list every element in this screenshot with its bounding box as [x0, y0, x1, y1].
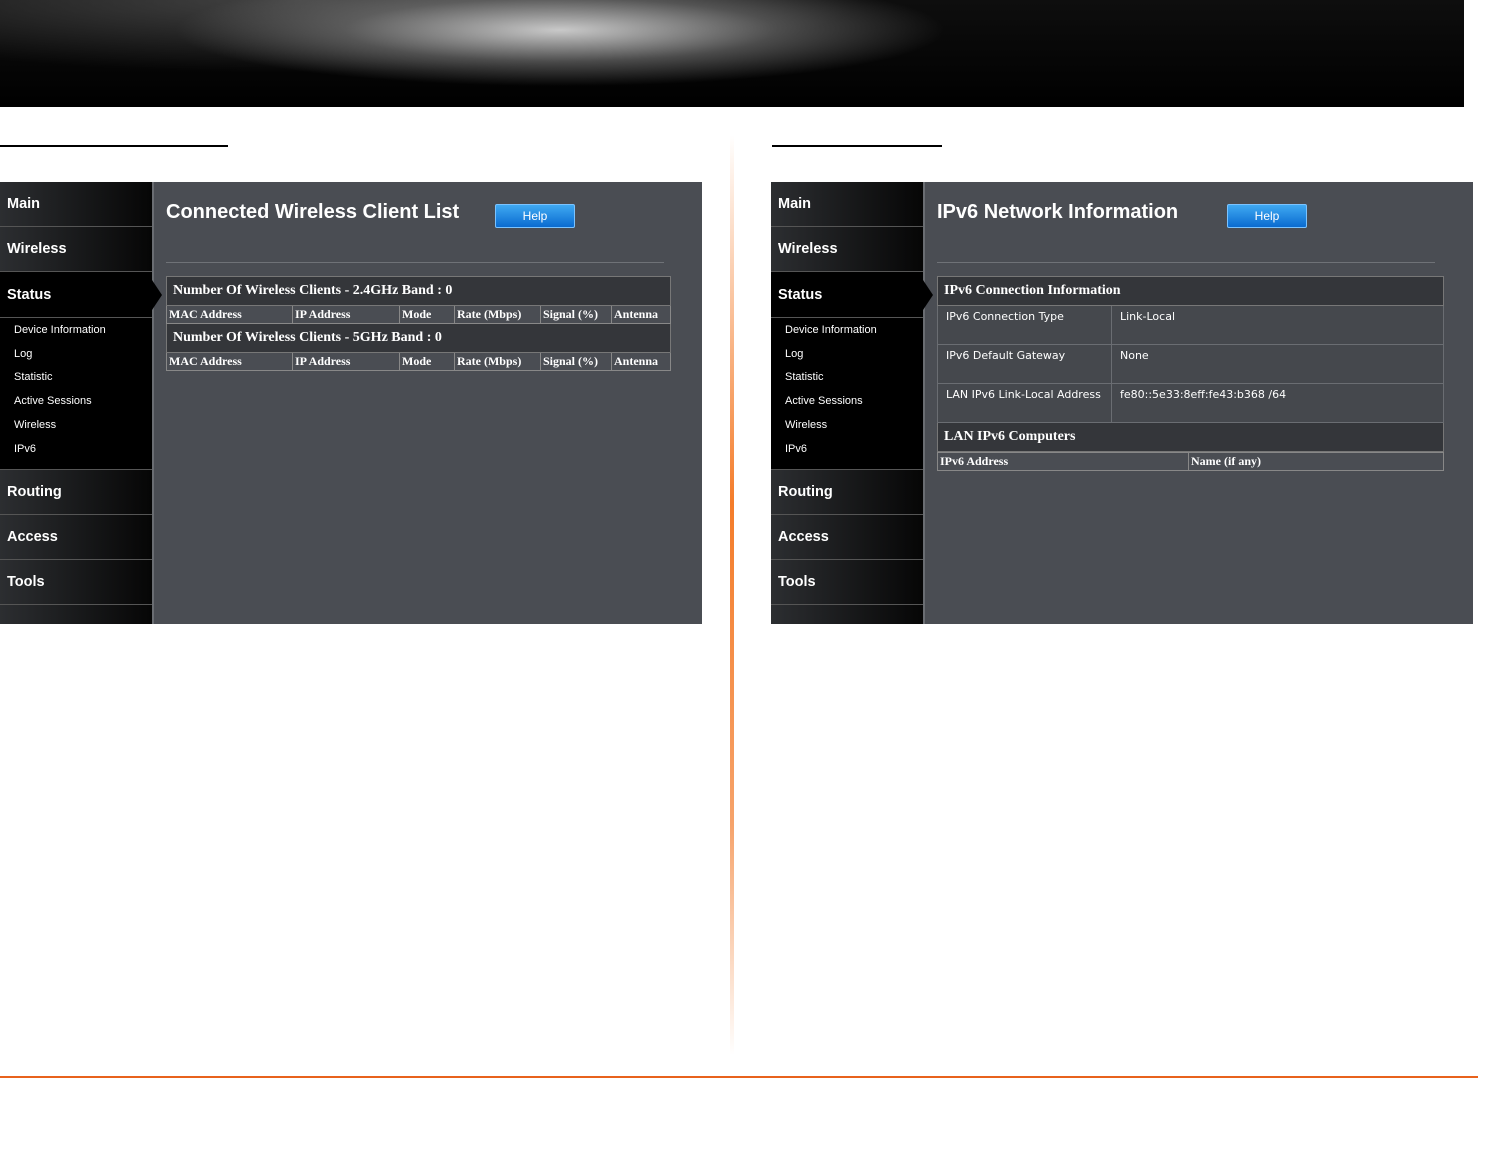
- ipv6-connection-table: IPv6 Connection Information IPv6 Connect…: [937, 276, 1444, 452]
- header-banner: [0, 0, 1464, 107]
- default-gateway-value: None: [1111, 344, 1444, 384]
- subnav-active-sessions[interactable]: Active Sessions: [0, 389, 152, 413]
- subnav-log[interactable]: Log: [771, 342, 923, 366]
- info-row: IPv6 Default Gateway None: [937, 344, 1444, 384]
- subnav-statistic[interactable]: Statistic: [771, 366, 923, 390]
- help-button[interactable]: Help: [1227, 204, 1307, 228]
- wireless-clients-table: Number Of Wireless Clients - 2.4GHz Band…: [166, 276, 671, 371]
- active-arrow-icon: [923, 280, 933, 310]
- page-title: IPv6 Network Information: [937, 201, 1179, 223]
- link-local-address-label: LAN IPv6 Link-Local Address: [937, 383, 1112, 423]
- subnav-log[interactable]: Log: [0, 342, 152, 366]
- ipv6-network-info-screenshot: Main Wireless Status Device Information …: [771, 182, 1473, 624]
- col-signal: Signal (%): [540, 352, 612, 371]
- section-underline-left: [0, 145, 228, 147]
- nav-main[interactable]: Main: [0, 182, 152, 227]
- col-name: Name (if any): [1188, 452, 1444, 471]
- lan-computers-table: IPv6 Address Name (if any): [937, 452, 1444, 471]
- band-24ghz-header: Number Of Wireless Clients - 2.4GHz Band…: [166, 276, 671, 306]
- help-button[interactable]: Help: [495, 204, 575, 228]
- link-local-address-value: fe80::5e33:8eff:fe43:b368 /64: [1111, 383, 1444, 423]
- table-header-row: MAC Address IP Address Mode Rate (Mbps) …: [166, 305, 671, 324]
- table-header-row: IPv6 Address Name (if any): [937, 452, 1444, 471]
- col-mode: Mode: [399, 305, 455, 324]
- nav-main[interactable]: Main: [771, 182, 923, 227]
- nav-access[interactable]: Access: [0, 515, 152, 560]
- col-antenna: Antenna: [611, 305, 671, 324]
- col-mac-address: MAC Address: [166, 352, 293, 371]
- subnav-ipv6[interactable]: IPv6: [771, 437, 923, 461]
- subnav-device-information[interactable]: Device Information: [771, 318, 923, 342]
- lan-computers-header: LAN IPv6 Computers: [937, 422, 1444, 452]
- nav-status[interactable]: Status: [0, 272, 162, 318]
- status-submenu: Device Information Log Statistic Active …: [0, 318, 152, 470]
- wireless-client-list-screenshot: Main Wireless Status Device Information …: [0, 182, 702, 624]
- sidebar-nav: Main Wireless Status Device Information …: [0, 182, 162, 624]
- nav-wireless[interactable]: Wireless: [771, 227, 923, 272]
- connection-type-value: Link-Local: [1111, 305, 1444, 345]
- connection-type-label: IPv6 Connection Type: [937, 305, 1112, 345]
- nav-tools[interactable]: Tools: [771, 560, 923, 605]
- info-row: LAN IPv6 Link-Local Address fe80::5e33:8…: [937, 383, 1444, 423]
- page-title: Connected Wireless Client List: [166, 201, 460, 223]
- table-header-row: MAC Address IP Address Mode Rate (Mbps) …: [166, 352, 671, 371]
- subnav-statistic[interactable]: Statistic: [0, 366, 152, 390]
- nav-routing[interactable]: Routing: [0, 470, 152, 515]
- col-ip-address: IP Address: [292, 305, 400, 324]
- subnav-ipv6[interactable]: IPv6: [0, 437, 152, 461]
- col-ipv6-address: IPv6 Address: [937, 452, 1189, 471]
- active-arrow-icon: [152, 280, 162, 310]
- status-submenu: Device Information Log Statistic Active …: [771, 318, 923, 470]
- default-gateway-label: IPv6 Default Gateway: [937, 344, 1112, 384]
- col-mode: Mode: [399, 352, 455, 371]
- band-5ghz-header: Number Of Wireless Clients - 5GHz Band :…: [166, 323, 671, 353]
- connection-info-header: IPv6 Connection Information: [937, 276, 1444, 306]
- col-rate: Rate (Mbps): [454, 352, 541, 371]
- col-signal: Signal (%): [540, 305, 612, 324]
- subnav-active-sessions[interactable]: Active Sessions: [771, 389, 923, 413]
- column-divider: [730, 135, 734, 1055]
- nav-access[interactable]: Access: [771, 515, 923, 560]
- nav-routing[interactable]: Routing: [771, 470, 923, 515]
- subnav-device-information[interactable]: Device Information: [0, 318, 152, 342]
- col-rate: Rate (Mbps): [454, 305, 541, 324]
- nav-status-label: Status: [7, 286, 52, 303]
- col-antenna: Antenna: [611, 352, 671, 371]
- footer-rule: [0, 1076, 1478, 1078]
- sidebar-nav: Main Wireless Status Device Information …: [771, 182, 933, 624]
- subnav-wireless[interactable]: Wireless: [771, 413, 923, 437]
- title-divider: [937, 262, 1435, 263]
- subnav-wireless[interactable]: Wireless: [0, 413, 152, 437]
- col-ip-address: IP Address: [292, 352, 400, 371]
- col-mac-address: MAC Address: [166, 305, 293, 324]
- nav-status[interactable]: Status: [771, 272, 933, 318]
- section-underline-right: [772, 145, 942, 147]
- nav-wireless[interactable]: Wireless: [0, 227, 152, 272]
- nav-status-label: Status: [778, 286, 823, 303]
- nav-tools[interactable]: Tools: [0, 560, 152, 605]
- info-row: IPv6 Connection Type Link-Local: [937, 305, 1444, 345]
- title-divider: [166, 262, 664, 263]
